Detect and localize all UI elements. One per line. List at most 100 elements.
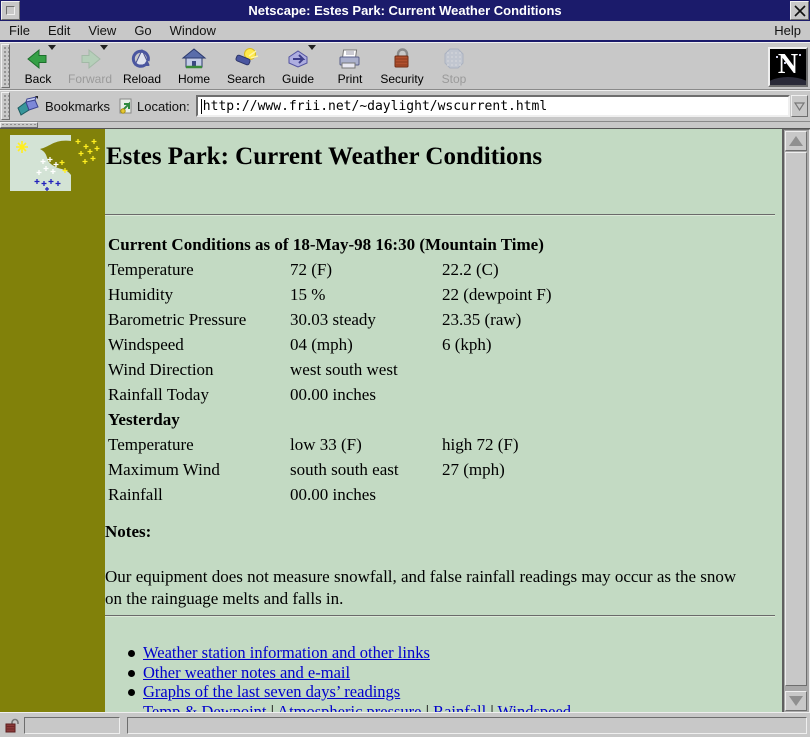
row-label: Temperature — [108, 434, 194, 454]
notes-paragraph: Our equipment does not measure snowfall,… — [105, 567, 737, 608]
graph-link[interactable]: Windspeed — [497, 702, 571, 713]
url-history-dropdown-button[interactable] — [791, 95, 808, 117]
location-label: Location: — [137, 98, 190, 114]
row-value-2: 27 (mph) — [442, 459, 505, 479]
bookmarks-label: Bookmarks — [45, 98, 111, 114]
scrollbar-thumb[interactable] — [785, 152, 807, 686]
row-value-2: 23.35 (raw) — [442, 309, 522, 329]
menu-file[interactable]: File — [0, 23, 39, 38]
link-graphs-seven-days[interactable]: Graphs of the last seven days’ readings — [143, 682, 400, 701]
row-label: Current Conditions as of 18-May-98 16:30… — [108, 234, 544, 254]
bookmark-book-icon — [17, 96, 39, 116]
netscape-n-logo: N — [777, 49, 799, 80]
search-flashlight-icon — [233, 45, 259, 72]
table-row: Current Conditions as of 18-May-98 16:30… — [105, 232, 782, 257]
security-button[interactable]: Security — [376, 45, 428, 88]
location-page-icon[interactable] — [118, 98, 133, 114]
row-label: Temperature — [108, 259, 194, 279]
location-label-group: Location: — [118, 98, 196, 114]
vertical-scrollbar[interactable] — [782, 129, 810, 712]
home-icon — [181, 45, 207, 72]
scroll-down-arrow-icon — [789, 696, 803, 706]
location-bar: Bookmarks Location: http://www.frii.net/… — [0, 90, 810, 122]
window-titlebar[interactable]: Netscape: Estes Park: Current Weather Co… — [0, 0, 810, 21]
reload-icon — [129, 45, 155, 72]
security-label: Security — [380, 72, 424, 86]
menu-help[interactable]: Help — [765, 23, 810, 38]
main-toolbar: Back Forward Reload Home Search Guide Pr… — [0, 42, 810, 90]
link-separator: | — [421, 701, 434, 713]
row-value-1: 15 % — [290, 284, 326, 304]
back-label: Back — [24, 72, 52, 86]
progress-panel — [24, 717, 120, 734]
row-label: Wind Direction — [108, 359, 214, 379]
row-value-2: high 72 (F) — [442, 434, 519, 454]
list-item: Other weather notes and e-mail — [105, 663, 782, 683]
security-padlock-icon — [389, 45, 415, 72]
notes-heading: Notes: — [105, 522, 152, 541]
browser-viewport: Estes Park: Current Weather Conditions C… — [0, 128, 810, 712]
link-other-weather-notes[interactable]: Other weather notes and e-mail — [143, 663, 350, 682]
row-label: Rainfall — [108, 484, 163, 504]
table-row: Yesterday — [105, 407, 782, 432]
bookmarks-button[interactable]: Bookmarks — [12, 96, 118, 116]
reload-label: Reload — [122, 72, 162, 86]
table-row: Wind Direction west south west — [105, 357, 782, 382]
graph-link[interactable]: Rainfall — [433, 702, 486, 713]
guide-icon — [285, 45, 316, 72]
back-arrow-icon — [25, 45, 56, 72]
menu-view[interactable]: View — [79, 23, 125, 38]
forward-label: Forward — [67, 72, 112, 86]
search-button[interactable]: Search — [220, 45, 272, 88]
forward-button[interactable]: Forward — [64, 45, 116, 88]
row-label: Yesterday — [108, 409, 180, 429]
guide-label: Guide — [281, 72, 315, 86]
graph-link[interactable]: Temp & Dewpoint — [143, 702, 267, 713]
table-row: Temperature 72 (F) 22.2 (C) — [105, 257, 782, 282]
table-row: Rainfall Today 00.00 inches — [105, 382, 782, 407]
link-separator: | — [266, 701, 278, 713]
row-value-1: 72 (F) — [290, 259, 333, 279]
printer-icon — [337, 45, 363, 72]
table-row: Humidity 15 % 22 (dewpoint F) — [105, 282, 782, 307]
link-separator: | — [486, 701, 498, 713]
link-weather-station-info[interactable]: Weather station information and other li… — [143, 643, 430, 662]
menubar: File Edit View Go Window Help — [0, 21, 810, 40]
row-value-2: 6 (kph) — [442, 334, 492, 354]
row-label: Barometric Pressure — [108, 309, 247, 329]
locationbar-gripper[interactable] — [1, 92, 10, 120]
close-x-icon — [793, 4, 806, 17]
page-title: Estes Park: Current Weather Conditions — [106, 143, 543, 170]
page-sidebar-band — [0, 129, 105, 712]
scroll-down-button[interactable] — [785, 691, 807, 711]
netscape-logo-throbber[interactable]: N — [768, 47, 808, 87]
scroll-up-button[interactable] — [785, 131, 807, 151]
window-close-button[interactable] — [790, 1, 809, 20]
star-dot — [799, 54, 801, 56]
row-value-2: 22.2 (C) — [442, 259, 499, 279]
window-menu-button[interactable] — [1, 1, 20, 20]
row-value-1: west south west — [290, 359, 398, 379]
links-list: Weather station information and other li… — [105, 643, 782, 702]
forward-arrow-icon — [77, 45, 108, 72]
guide-button[interactable]: Guide — [272, 45, 324, 88]
print-label: Print — [337, 72, 363, 86]
reload-button[interactable]: Reload — [116, 45, 168, 88]
netscape-browser-window: Netscape: Estes Park: Current Weather Co… — [0, 0, 810, 737]
home-button[interactable]: Home — [168, 45, 220, 88]
url-input[interactable]: http://www.frii.net/~daylight/wscurrent.… — [195, 95, 790, 117]
print-button[interactable]: Print — [324, 45, 376, 88]
page-main: Estes Park: Current Weather Conditions C… — [105, 129, 782, 712]
toolbar-gripper[interactable] — [1, 44, 10, 88]
menu-window[interactable]: Window — [161, 23, 225, 38]
row-value-1: 00.00 inches — [290, 384, 376, 404]
menu-edit[interactable]: Edit — [39, 23, 79, 38]
stop-button[interactable]: Stop — [428, 45, 480, 88]
stop-label: Stop — [441, 72, 467, 86]
window-title: Netscape: Estes Park: Current Weather Co… — [248, 3, 562, 18]
menu-go[interactable]: Go — [125, 23, 160, 38]
security-status-lock-icon[interactable] — [4, 718, 20, 733]
graph-link[interactable]: Atmospheric pressure — [277, 702, 421, 713]
row-value-1: 04 (mph) — [290, 334, 353, 354]
back-button[interactable]: Back — [12, 45, 64, 88]
